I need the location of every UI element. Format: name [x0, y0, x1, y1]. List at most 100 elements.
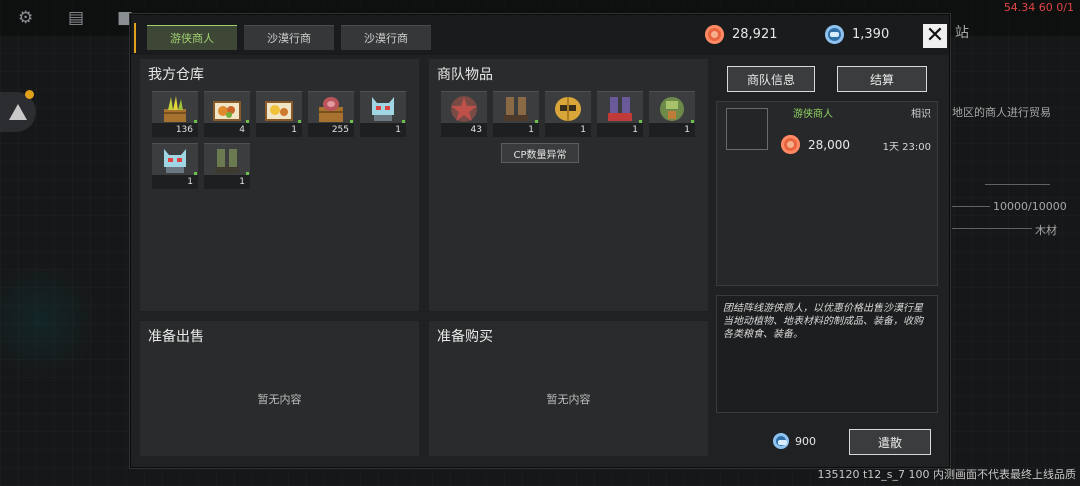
item-status-dot — [350, 120, 353, 123]
item-count: 1 — [597, 123, 643, 137]
item-count: 255 — [308, 123, 354, 137]
item-slot[interactable]: 1 — [649, 91, 695, 137]
warning-icon — [9, 104, 27, 120]
merchant-info-box: 游侠商人 相识 28,000 1天 23:00 — [716, 101, 938, 286]
item-slot[interactable]: 4 — [204, 91, 250, 137]
dismiss-cost: 900 — [795, 434, 816, 448]
item-slot[interactable]: 255 — [308, 91, 354, 137]
dismiss-cost-row: 900 — [773, 433, 816, 449]
warehouse-panel: 我方仓库 136 4 1 255 1 1 1 — [140, 59, 419, 311]
merchant-portrait — [726, 108, 768, 150]
item-count: 1 — [256, 123, 302, 137]
mech-head-icon — [372, 97, 394, 121]
item-slot[interactable]: 43 — [441, 91, 487, 137]
merchant-price-row: 28,000 — [781, 135, 850, 154]
chip-counter: 1,390 — [825, 25, 889, 44]
sell-panel: 准备出售 暂无内容 — [140, 321, 419, 456]
boots-icon — [215, 149, 239, 173]
item-status-dot — [535, 120, 538, 123]
merchant-price: 28,000 — [808, 137, 850, 152]
item-slot[interactable]: 1 — [360, 91, 406, 137]
item-slot[interactable]: 1 — [204, 143, 250, 189]
item-slot[interactable]: 1 — [493, 91, 539, 137]
helmet-icon — [555, 97, 581, 121]
divider — [985, 184, 1050, 185]
gold-amount: 28,921 — [732, 27, 778, 42]
remaining-time: 1天 23:00 — [882, 142, 931, 153]
close-button[interactable]: ✕ — [923, 24, 947, 48]
divider — [952, 206, 990, 207]
item-status-dot — [402, 120, 405, 123]
chip-amount: 1,390 — [852, 27, 890, 42]
settle-button[interactable]: 结算 — [837, 66, 927, 92]
item-status-dot — [194, 120, 197, 123]
chip-currency-icon — [825, 25, 844, 44]
merchant-name: 游侠商人 — [793, 109, 833, 120]
caravan-title: 商队物品 — [437, 67, 493, 83]
mech-head-icon — [164, 149, 186, 173]
warehouse-item-grid: 136 4 1 255 1 1 1 — [152, 91, 406, 189]
sell-title: 准备出售 — [148, 329, 204, 345]
merchant-info-column: 商队信息 结算 游侠商人 相识 28,000 1天 23:00 团结阵线游侠商人… — [713, 61, 939, 461]
chat-icon[interactable]: ▤ — [68, 8, 84, 28]
side-wood-text: 木材 — [1035, 224, 1057, 237]
meal-tray-icon — [265, 101, 293, 121]
build-info-text: 135120 t12_s_7 100 内测画面不代表最终上线品质 — [817, 468, 1076, 481]
item-status-dot — [691, 120, 694, 123]
item-count: 1 — [204, 175, 250, 189]
red-boots-icon — [608, 97, 632, 121]
side-station-text: 站 — [955, 25, 969, 41]
item-count: 1 — [152, 175, 198, 189]
boots-icon — [504, 97, 528, 121]
buy-title: 准备购买 — [437, 329, 493, 345]
item-status-dot — [246, 120, 249, 123]
buy-panel: 准备购买 暂无内容 — [429, 321, 708, 456]
tab-ranger-merchant[interactable]: 游侠商人 — [147, 25, 237, 50]
gold-counter: 28,921 — [705, 25, 778, 44]
gear-icon[interactable]: ⚙ — [18, 8, 33, 28]
armor-icon — [660, 97, 684, 121]
item-count: 1 — [493, 123, 539, 137]
tab-accent-bar — [134, 23, 136, 53]
dismiss-button[interactable]: 遣散 — [849, 429, 931, 455]
meat-crate-icon — [319, 97, 343, 122]
item-slot[interactable]: 136 — [152, 91, 198, 137]
warehouse-title: 我方仓库 — [148, 67, 204, 83]
item-status-dot — [194, 172, 197, 175]
crop-crate-icon — [164, 96, 186, 122]
gold-coin-icon — [705, 25, 724, 44]
item-status-dot — [246, 172, 249, 175]
merchant-description-box: 团结阵线游侠商人，以优惠价格出售沙漠行星当地动植物、地表材料的制成品、装备，收购… — [716, 295, 938, 413]
gold-coin-icon — [781, 135, 800, 154]
item-count: 4 — [204, 123, 250, 137]
buy-empty-text: 暂无内容 — [546, 393, 591, 406]
item-status-dot — [298, 120, 301, 123]
item-count: 136 — [152, 123, 198, 137]
caravan-panel: 商队物品 43 1 1 1 1 CP数量异常 — [429, 59, 708, 311]
side-stock-text: 10000/10000 — [993, 200, 1067, 213]
item-slot[interactable]: 1 — [545, 91, 591, 137]
tab-bar: 游侠商人 沙漠行商 沙漠行商 28,921 1,390 ✕ — [131, 15, 949, 55]
food-tray-icon — [213, 101, 241, 121]
star-badge-icon — [451, 96, 477, 122]
item-slot[interactable]: 1 — [256, 91, 302, 137]
chip-currency-icon — [773, 433, 789, 449]
item-slot[interactable]: 1 — [152, 143, 198, 189]
tab-desert-trader-2[interactable]: 沙漠行商 — [341, 25, 431, 50]
item-count: 1 — [360, 123, 406, 137]
side-trade-text: 地区的商人进行贸易 — [952, 106, 1051, 119]
sell-empty-text: 暂无内容 — [257, 393, 302, 406]
corner-debug-text: 54.34 60 0/1 — [1003, 1, 1074, 14]
item-count: 1 — [649, 123, 695, 137]
item-slot[interactable]: 1 — [597, 91, 643, 137]
tab-desert-trader-1[interactable]: 沙漠行商 — [244, 25, 334, 50]
relation-status: 相识 — [911, 109, 931, 120]
cp-anomaly-button[interactable]: CP数量异常 — [501, 143, 579, 163]
caravan-item-grid: 43 1 1 1 1 — [441, 91, 695, 137]
divider — [952, 228, 1032, 229]
notification-dot — [25, 90, 34, 99]
trade-dialog: 游侠商人 沙漠行商 沙漠行商 28,921 1,390 ✕ 我方仓库 136 4… — [130, 14, 950, 468]
item-status-dot — [639, 120, 642, 123]
caravan-info-button[interactable]: 商队信息 — [727, 66, 815, 92]
item-count: 43 — [441, 123, 487, 137]
